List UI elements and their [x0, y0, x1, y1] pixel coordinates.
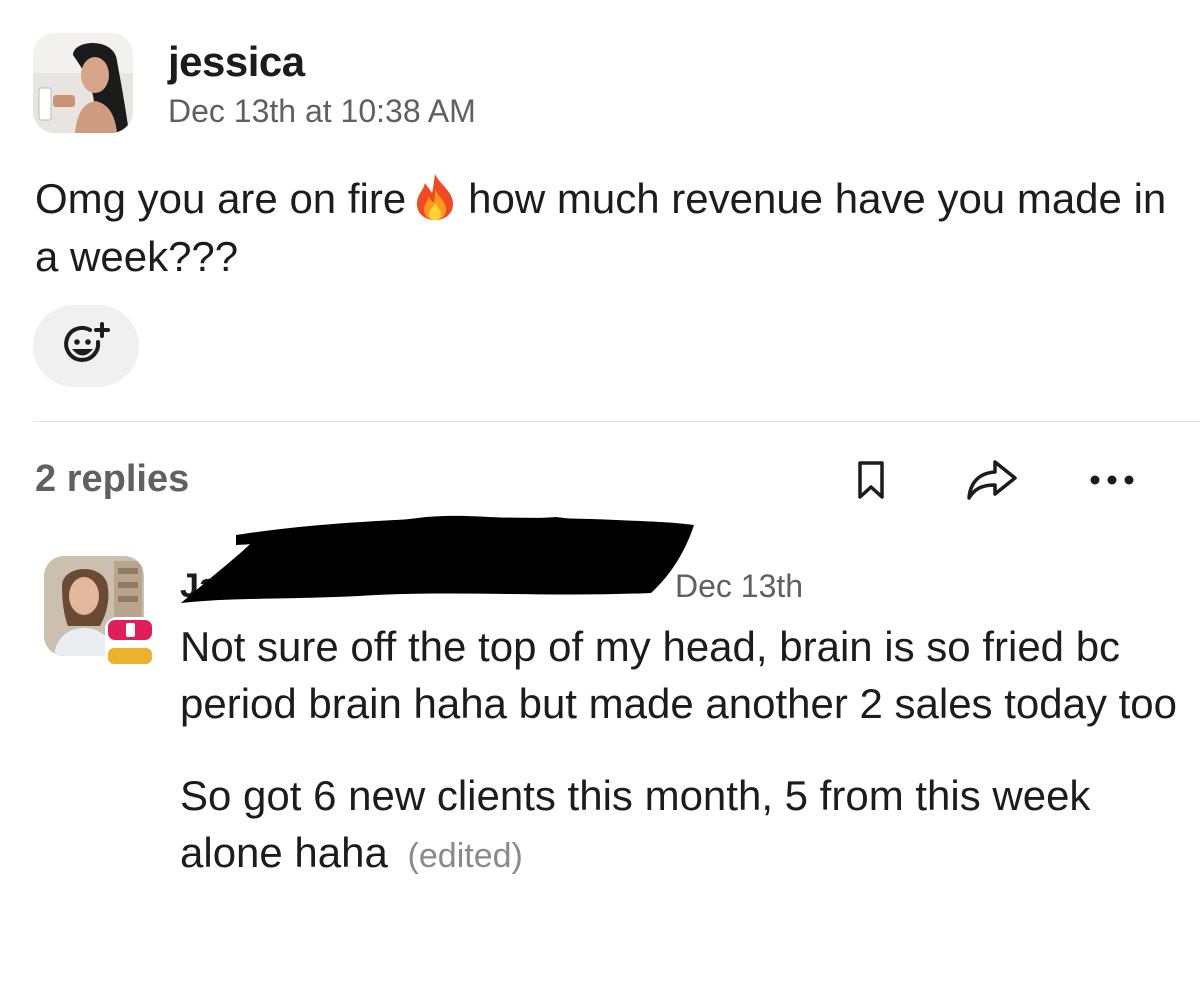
bookmark-icon: [858, 461, 884, 499]
author-avatar[interactable]: [33, 33, 133, 133]
more-icon: [1090, 475, 1134, 485]
message-text: Omg you are on fire how much revenue hav…: [35, 170, 1175, 286]
more-actions-button[interactable]: [1082, 462, 1142, 498]
message-timestamp[interactable]: Dec 13th at 10:38 AM: [168, 93, 476, 130]
redaction-scribble: [176, 505, 706, 615]
reply-paragraph: Not sure off the top of my head, brain i…: [180, 623, 1178, 727]
add-reaction-button[interactable]: [33, 305, 139, 387]
app-badge-icon: [105, 617, 155, 667]
fire-emoji-icon: [410, 171, 460, 221]
share-button[interactable]: [963, 455, 1021, 505]
message-author[interactable]: jessica: [168, 38, 305, 86]
divider: [33, 421, 1200, 422]
save-button[interactable]: [850, 455, 892, 505]
reply-paragraph-text: So got 6 new clients this month, 5 from …: [180, 772, 1091, 876]
edited-label: (edited): [407, 837, 523, 875]
reply-paragraph: So got 6 new clients this month, 5 from …: [180, 767, 1180, 885]
reply-timestamp[interactable]: Dec 13th: [675, 568, 803, 605]
share-arrow-icon: [967, 460, 1017, 500]
avatar-photo: [33, 33, 133, 133]
replies-count[interactable]: 2 replies: [35, 458, 189, 501]
add-reaction-icon: [64, 322, 110, 362]
message-text-part-1: Omg you are on fire: [35, 175, 407, 222]
reply-text: Not sure off the top of my head, brain i…: [180, 618, 1180, 920]
